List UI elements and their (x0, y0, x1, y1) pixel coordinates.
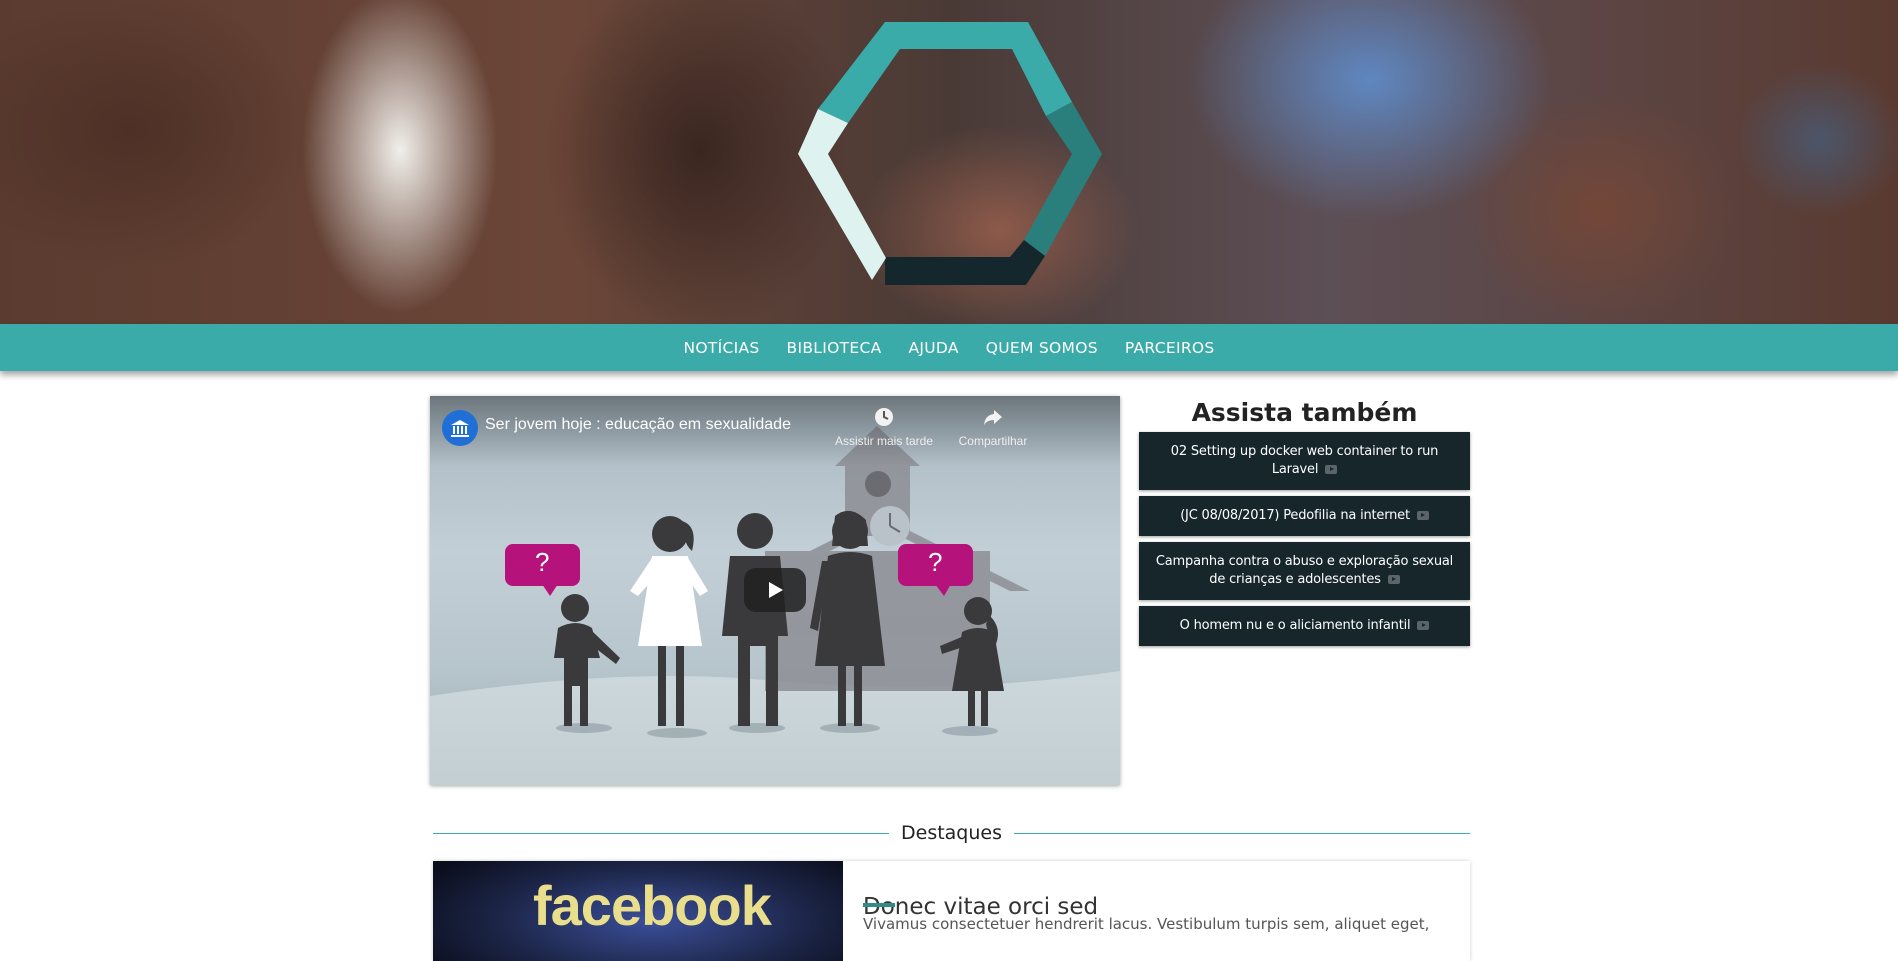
youtube-icon (1325, 465, 1338, 474)
video-title[interactable]: Ser jovem hoje : educação em sexualidade (485, 416, 791, 434)
nav-parceiros[interactable]: PARCEIROS (1125, 338, 1215, 357)
watch-later-button[interactable]: Assistir mais tarde (829, 406, 939, 448)
highlight-image[interactable]: facebook (433, 861, 843, 961)
highlight-card[interactable]: facebook Donec vitae orci sed Vivamus co… (433, 861, 1470, 961)
highlight-excerpt: Vivamus consectetuer hendrerit lacus. Ve… (863, 915, 1430, 933)
highlights-heading: Destaques (433, 818, 1471, 848)
nav-ajuda[interactable]: AJUDA (908, 338, 958, 357)
nav-noticias[interactable]: NOTÍCIAS (683, 338, 759, 357)
speech-bubble-right-mark: ? (928, 547, 943, 577)
watch-later-label: Assistir mais tarde (834, 434, 934, 448)
related-video-title: Campanha contra o abuso e exploração sex… (1155, 554, 1454, 587)
youtube-icon (1387, 575, 1400, 584)
related-video-title: 02 Setting up docker web container to ru… (1170, 444, 1439, 477)
play-icon (769, 582, 783, 598)
related-video-card[interactable]: (JC 08/08/2017) Pedofilia na internet (1139, 496, 1470, 536)
video-player[interactable]: ? ? Ser jovem hoje : educação em sexuali… (430, 396, 1120, 785)
play-button[interactable] (744, 568, 806, 612)
main-navigation: NOTÍCIAS BIBLIOTECA AJUDA QUEM SOMOS PAR… (0, 324, 1898, 371)
nav-quem-somos[interactable]: QUEM SOMOS (986, 338, 1098, 357)
youtube-icon (1417, 621, 1430, 630)
share-button[interactable]: Compartilhar (938, 406, 1048, 448)
related-video-title: O homem nu e o aliciamento infantil (1179, 618, 1411, 633)
speech-bubble-left-mark: ? (535, 547, 550, 577)
related-video-card[interactable]: 02 Setting up docker web container to ru… (1139, 432, 1470, 490)
highlights-heading-text: Destaques (901, 822, 1003, 844)
nav-biblioteca[interactable]: BIBLIOTECA (787, 338, 882, 357)
clock-icon (875, 408, 893, 426)
highlight-image-text: facebook (533, 874, 772, 937)
related-videos-sidebar: Assista também 02 Setting up docker web … (1139, 396, 1470, 652)
share-label: Compartilhar (958, 434, 1028, 448)
hero-banner (0, 0, 1898, 324)
youtube-icon (1416, 511, 1429, 520)
heading-divider-left (433, 832, 889, 834)
heading-divider-right (1014, 832, 1471, 834)
related-video-card[interactable]: O homem nu e o aliciamento infantil (1139, 606, 1470, 646)
related-video-title: (JC 08/08/2017) Pedofilia na internet (1180, 508, 1410, 523)
unesco-icon[interactable] (442, 410, 478, 446)
share-arrow-icon (984, 410, 1002, 425)
hexagon-logo[interactable] (0, 0, 1898, 324)
related-video-card[interactable]: Campanha contra o abuso e exploração sex… (1139, 542, 1470, 600)
highlight-title-underline (863, 903, 895, 907)
sidebar-title: Assista também (1191, 398, 1418, 427)
